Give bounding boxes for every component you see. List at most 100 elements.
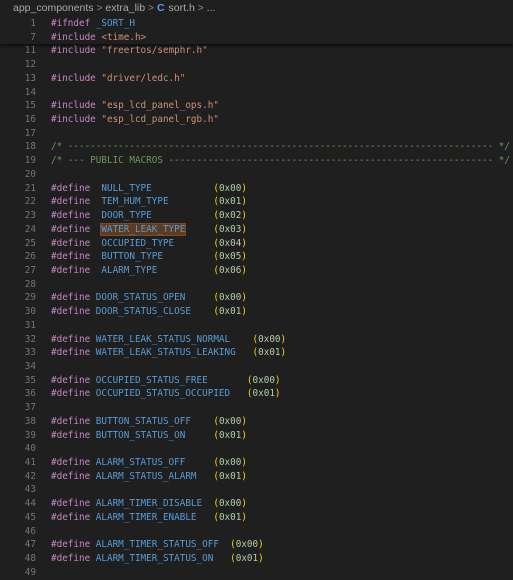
line-content[interactable]: #define NULL_TYPE (0x00) xyxy=(36,182,247,196)
line-content[interactable]: #define DOOR_STATUS_OPEN (0x00) xyxy=(36,291,247,305)
line-content[interactable]: #define WATER_LEAK_TYPE (0x03) xyxy=(36,222,247,237)
code-token: #define xyxy=(51,539,91,551)
line-content[interactable]: #define TEM_HUM_TYPE (0x01) xyxy=(36,195,247,209)
line-content[interactable]: #define BUTTON_STATUS_OFF (0x00) xyxy=(36,415,247,429)
code-line[interactable]: 18 /* -----------------------------------… xyxy=(0,140,513,154)
code-line[interactable]: 37 xyxy=(0,401,513,415)
code-line[interactable]: 30 #define DOOR_STATUS_CLOSE (0x01) xyxy=(0,305,513,319)
line-content[interactable]: #define BUTTON_TYPE (0x05) xyxy=(36,250,247,264)
line-content[interactable] xyxy=(36,442,51,456)
code-line[interactable]: 23 #define DOOR_TYPE (0x02) xyxy=(0,209,513,223)
code-lines[interactable]: 11 #include "freertos/semphr.h" 12 13 #inclu… xyxy=(0,44,513,579)
line-number: 13 xyxy=(24,72,36,84)
breadcrumb-file-sort-h[interactable]: sort.h xyxy=(169,2,195,14)
line-content[interactable] xyxy=(36,401,51,415)
code-line[interactable]: 34 xyxy=(0,360,513,374)
code-line[interactable]: 1 #ifndef _SORT_H xyxy=(0,17,513,31)
line-content[interactable] xyxy=(36,278,51,292)
code-line[interactable]: 21 #define NULL_TYPE (0x00) xyxy=(0,182,513,196)
line-content[interactable] xyxy=(36,168,51,182)
line-content[interactable]: #define ALARM_TIMER_STATUS_OFF (0x00) xyxy=(36,538,264,552)
line-content[interactable]: #define ALARM_STATUS_ALARM (0x01) xyxy=(36,470,247,484)
code-line[interactable]: 45 #define ALARM_TIMER_ENABLE (0x01) xyxy=(0,511,513,525)
code-line[interactable]: 15 #include "esp_lcd_panel_ops.h" xyxy=(0,99,513,113)
code-token: #ifndef xyxy=(51,18,91,29)
code-line[interactable]: 43 xyxy=(0,483,513,497)
code-line[interactable]: 36 #define OCCUPIED_STATUS_OCCUPIED (0x01… xyxy=(0,387,513,401)
line-content[interactable] xyxy=(36,319,51,333)
code-line[interactable]: 44 #define ALARM_TIMER_DISABLE (0x00) xyxy=(0,497,513,511)
line-content[interactable] xyxy=(36,483,51,497)
line-content[interactable]: #include "freertos/semphr.h" xyxy=(36,44,208,58)
code-line[interactable]: 28 xyxy=(0,278,513,292)
line-content[interactable]: #define DOOR_STATUS_CLOSE (0x01) xyxy=(36,305,247,319)
code-token: DOOR_STATUS_OPEN xyxy=(90,292,214,304)
code-line[interactable]: 20 xyxy=(0,168,513,182)
line-content[interactable]: #define OCCUPIED_STATUS_FREE (0x00) xyxy=(36,374,281,388)
code-line[interactable]: 40 xyxy=(0,442,513,456)
line-content[interactable]: #define ALARM_TYPE (0x06) xyxy=(36,264,247,278)
code-line[interactable]: 13 #include "driver/ledc.h" xyxy=(0,72,513,86)
code-line[interactable]: 33 #define WATER_LEAK_STATUS_LEAKING (0x0… xyxy=(0,346,513,360)
line-content[interactable]: #define OCCUPIED_TYPE (0x04) xyxy=(36,237,247,251)
line-content[interactable]: #include <time.h> xyxy=(36,31,146,45)
code-line[interactable]: 32 #define WATER_LEAK_STATUS_NORMAL (0x00… xyxy=(0,333,513,347)
line-content[interactable] xyxy=(36,566,51,580)
line-content[interactable] xyxy=(36,86,51,100)
code-line[interactable]: 22 #define TEM_HUM_TYPE (0x01) xyxy=(0,195,513,209)
sticky-scroll-header[interactable]: 1 #ifndef _SORT_H 7 #include <time.h> xyxy=(0,17,513,45)
line-content[interactable] xyxy=(36,360,51,374)
line-number: 37 xyxy=(24,402,36,414)
line-content[interactable]: #ifndef _SORT_H xyxy=(36,17,135,31)
line-number: 34 xyxy=(24,360,36,372)
c-file-icon: C xyxy=(156,2,165,14)
code-line[interactable]: 7 #include <time.h> xyxy=(0,31,513,45)
code-line[interactable]: 11 #include "freertos/semphr.h" xyxy=(0,44,513,58)
code-line[interactable]: 16 #include "esp_lcd_panel_rgb.h" xyxy=(0,113,513,127)
line-content[interactable]: #define BUTTON_STATUS_ON (0x01) xyxy=(36,429,247,443)
line-content[interactable]: #define WATER_LEAK_STATUS_LEAKING (0x01) xyxy=(36,346,286,360)
line-content[interactable]: #define ALARM_TIMER_STATUS_ON (0x01) xyxy=(36,552,264,566)
line-content[interactable]: #define ALARM_TIMER_DISABLE (0x00) xyxy=(36,497,247,511)
line-number: 29 xyxy=(24,292,36,304)
code-line[interactable]: 38 #define BUTTON_STATUS_OFF (0x00) xyxy=(0,415,513,429)
line-content[interactable]: #define ALARM_STATUS_OFF (0x00) xyxy=(36,456,247,470)
code-line[interactable]: 46 xyxy=(0,525,513,539)
line-content[interactable] xyxy=(36,525,51,539)
code-line[interactable]: 41 #define ALARM_STATUS_OFF (0x00) xyxy=(0,456,513,470)
code-line[interactable]: 49 xyxy=(0,566,513,580)
code-line[interactable]: 42 #define ALARM_STATUS_ALARM (0x01) xyxy=(0,470,513,484)
line-content[interactable]: #define OCCUPIED_STATUS_OCCUPIED (0x01) xyxy=(36,387,281,401)
code-line[interactable]: 26 #define BUTTON_TYPE (0x05) xyxy=(0,250,513,264)
line-content[interactable]: #define ALARM_TIMER_ENABLE (0x01) xyxy=(36,511,247,525)
code-line[interactable]: 31 xyxy=(0,319,513,333)
code-token: <time.h> xyxy=(95,31,147,43)
line-content[interactable]: #define WATER_LEAK_STATUS_NORMAL (0x00) xyxy=(36,333,286,347)
line-content[interactable]: #include "esp_lcd_panel_ops.h" xyxy=(36,99,219,113)
code-area[interactable]: 1 #ifndef _SORT_H 7 #include <time.h> 11 #in… xyxy=(0,17,513,579)
line-content[interactable]: /* --- PUBLIC MACROS -------------------… xyxy=(36,154,510,168)
code-token: 0x00 xyxy=(252,374,275,386)
line-content[interactable] xyxy=(36,127,51,141)
code-editor[interactable]: app_components > extra_lib > C sort.h > … xyxy=(0,0,513,580)
code-line[interactable]: 17 xyxy=(0,127,513,141)
code-line[interactable]: 48 #define ALARM_TIMER_STATUS_ON (0x01) xyxy=(0,552,513,566)
breadcrumb-folder-extra-lib[interactable]: extra_lib xyxy=(105,2,145,14)
code-line[interactable]: 39 #define BUTTON_STATUS_ON (0x01) xyxy=(0,429,513,443)
breadcrumb-symbol-more[interactable]: ... xyxy=(207,2,216,14)
code-line[interactable]: 14 xyxy=(0,86,513,100)
code-line[interactable]: 25 #define OCCUPIED_TYPE (0x04) xyxy=(0,237,513,251)
code-line[interactable]: 35 #define OCCUPIED_STATUS_FREE (0x00) xyxy=(0,374,513,388)
line-content[interactable]: #define DOOR_TYPE (0x02) xyxy=(36,209,247,223)
line-content[interactable]: #include "esp_lcd_panel_rgb.h" xyxy=(36,113,219,127)
code-line[interactable]: 47 #define ALARM_TIMER_STATUS_OFF (0x00) xyxy=(0,538,513,552)
code-line[interactable]: 29 #define DOOR_STATUS_OPEN (0x00) xyxy=(0,291,513,305)
line-content[interactable]: /* -------------------------------------… xyxy=(36,140,510,154)
breadcrumb-folder-app-components[interactable]: app_components xyxy=(13,2,94,14)
code-line[interactable]: 24 #define WATER_LEAK_TYPE (0x03) xyxy=(0,222,513,237)
code-line[interactable]: 19 /* --- PUBLIC MACROS -----------------… xyxy=(0,154,513,168)
code-line[interactable]: 12 xyxy=(0,58,513,72)
code-line[interactable]: 27 #define ALARM_TYPE (0x06) xyxy=(0,264,513,278)
line-content[interactable] xyxy=(36,58,51,72)
line-content[interactable]: #include "driver/ledc.h" xyxy=(36,72,185,86)
